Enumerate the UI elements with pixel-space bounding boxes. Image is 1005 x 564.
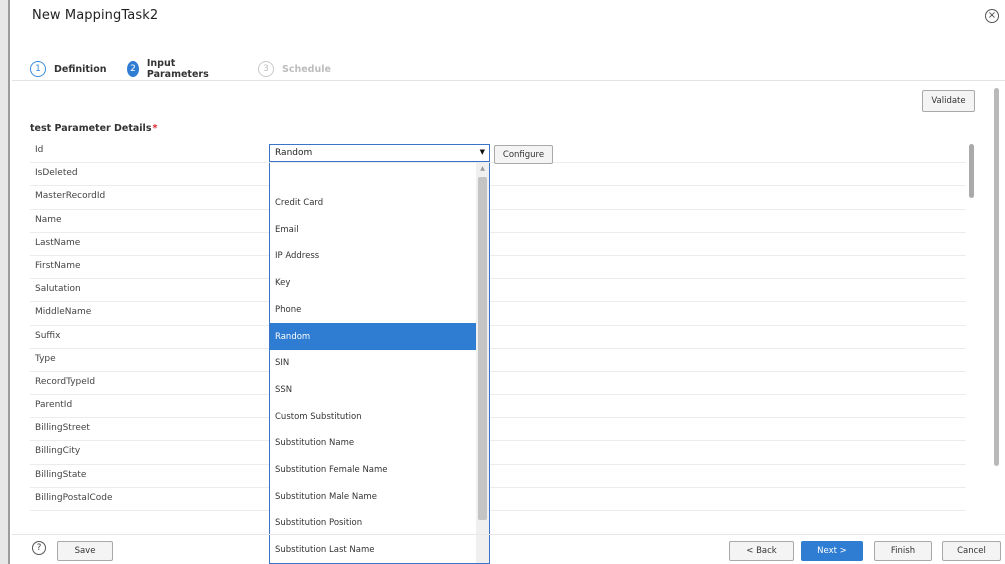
step-number: 2	[127, 61, 139, 77]
masking-rule-dropdown: Substitution Last Name Substitution Posit…	[269, 163, 490, 564]
footer-divider	[12, 534, 1005, 535]
dropdown-option[interactable]: SSN	[270, 377, 476, 404]
field-name: Salutation	[35, 284, 81, 295]
field-name: Id	[35, 145, 44, 155]
back-button[interactable]: < Back	[729, 541, 794, 561]
table-row: ParentId	[30, 395, 966, 419]
dropdown-option[interactable]: SIN	[270, 350, 476, 377]
step-label: Definition	[54, 63, 107, 75]
dropdown-scroll-thumb[interactable]	[478, 177, 487, 520]
field-name: BillingStreet	[35, 423, 90, 434]
field-name: FirstName	[35, 260, 81, 271]
step-label: Input Parameters	[146, 58, 209, 80]
table-row: IsDeleted	[30, 163, 966, 187]
configure-button[interactable]: Configure	[494, 145, 553, 164]
field-name: Name	[35, 214, 62, 225]
save-button[interactable]: Save	[57, 541, 113, 561]
field-name: BillingPostalCode	[35, 492, 113, 503]
scroll-up-icon[interactable]: ▲	[479, 166, 486, 172]
chevron-down-icon: ▼	[479, 148, 485, 156]
masking-rule-select[interactable]: Random ▼	[269, 144, 490, 162]
field-name: ParentId	[35, 400, 73, 411]
parameter-table: Id IsDeleted MasterRecordId Name LastName Fir…	[30, 140, 966, 511]
field-name: MiddleName	[35, 307, 92, 318]
finish-button[interactable]: Finish	[874, 541, 932, 561]
table-row: BillingStreet	[30, 418, 966, 442]
table-row: BillingState	[30, 465, 966, 488]
dropdown-option[interactable]: Random	[270, 323, 476, 350]
dropdown-option[interactable]: Substitution Last Name	[270, 537, 476, 563]
field-name: IsDeleted	[35, 168, 78, 179]
header-divider	[12, 80, 1005, 81]
table-row: BillingPostalCode	[30, 488, 966, 511]
select-value: Random	[275, 148, 313, 158]
table-scrollbar[interactable]	[969, 144, 974, 198]
table-row: RecordTypeId	[30, 372, 966, 396]
section-title: test Parameter Details*	[30, 123, 157, 134]
field-name: Suffix	[35, 330, 61, 341]
table-row: FirstName	[30, 256, 966, 280]
table-row: MasterRecordId	[30, 186, 966, 210]
step-input-parameters[interactable]: 2 Input Parameters	[127, 58, 213, 80]
table-row: Salutation	[30, 279, 966, 303]
field-name: BillingState	[35, 469, 87, 480]
table-row: MiddleName	[30, 302, 966, 326]
step-definition[interactable]: 1 Definition	[30, 60, 106, 78]
field-name: MasterRecordId	[35, 191, 106, 202]
dropdown-scrollbar[interactable]: ▲	[476, 163, 489, 563]
next-button[interactable]: Next >	[801, 541, 863, 561]
dropdown-option[interactable]: Substitution Male Name	[270, 483, 476, 510]
dropdown-option[interactable]: Email	[270, 216, 476, 243]
field-name: RecordTypeId	[35, 376, 96, 387]
step-number: 1	[30, 61, 46, 77]
step-schedule[interactable]: 3 Schedule	[258, 60, 331, 78]
table-row: Type	[30, 349, 966, 372]
page-scrollbar[interactable]	[994, 88, 999, 466]
required-mark: *	[152, 123, 158, 134]
dropdown-option[interactable]: Substitution Position	[270, 510, 476, 537]
table-row: BillingCity	[30, 441, 966, 465]
table-row: LastName	[30, 233, 966, 256]
dropdown-option[interactable]: IP Address	[270, 243, 476, 270]
step-number: 3	[258, 61, 274, 77]
step-label: Schedule	[282, 63, 331, 75]
left-window-edge	[0, 0, 12, 564]
dropdown-option[interactable]: Key	[270, 270, 476, 297]
section-title-text: test Parameter Details	[30, 123, 152, 134]
field-name: BillingCity	[35, 446, 81, 457]
field-name: LastName	[35, 237, 81, 248]
validate-button[interactable]: Validate	[922, 90, 975, 112]
close-icon[interactable]: ×	[985, 9, 999, 23]
dropdown-option[interactable]: Phone	[270, 297, 476, 324]
dropdown-option[interactable]: Substitution Name	[270, 430, 476, 457]
help-icon[interactable]: ?	[32, 541, 46, 555]
dropdown-option[interactable]	[270, 163, 476, 190]
table-row: Name	[30, 210, 966, 233]
dropdown-option[interactable]: Custom Substitution	[270, 403, 476, 430]
dropdown-option[interactable]: Substitution Female Name	[270, 457, 476, 484]
table-row: Suffix	[30, 326, 966, 349]
dropdown-option[interactable]: Credit Card	[270, 190, 476, 217]
field-name: Type	[35, 353, 56, 364]
cancel-button[interactable]: Cancel	[942, 541, 1001, 561]
dialog-title: New MappingTask2	[32, 8, 159, 23]
